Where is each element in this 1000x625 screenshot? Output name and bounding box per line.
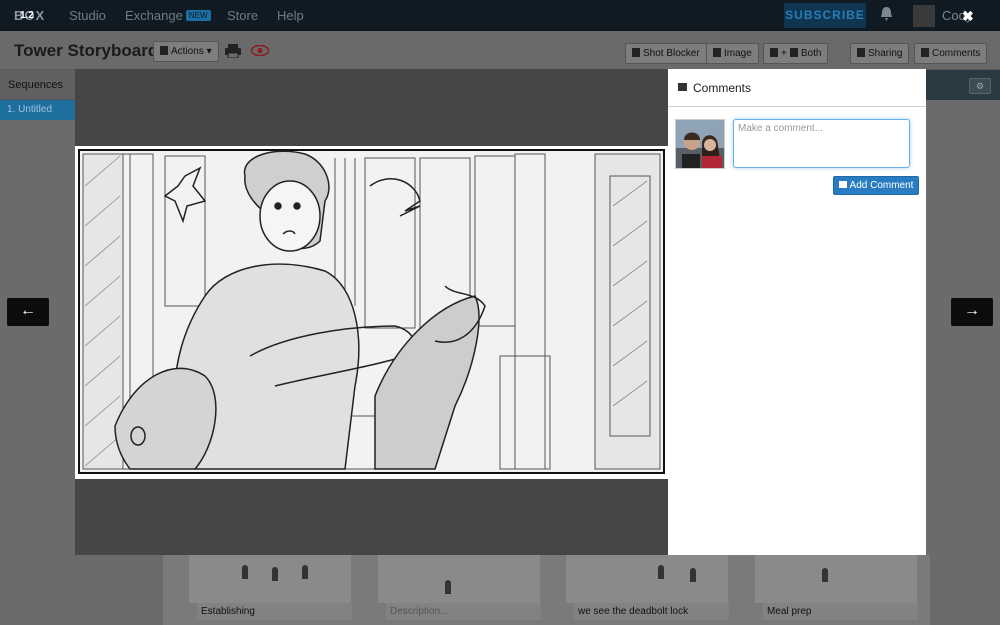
eye-icon[interactable]: [251, 45, 269, 56]
sequence-header-strip: ⚙: [926, 70, 1000, 100]
storyboard-card[interactable]: [378, 555, 540, 603]
top-navigation: BOX Studio Exchange NEW Store Help SUBSCR…: [0, 0, 1000, 31]
comments-button[interactable]: Comments: [914, 43, 988, 64]
comment-icon: [921, 48, 929, 57]
card-description[interactable]: Meal prep: [763, 603, 918, 621]
comments-title: Comments: [693, 81, 752, 95]
image-button[interactable]: Image: [706, 43, 759, 64]
both-plus: +: [781, 48, 787, 59]
sharing-button[interactable]: Sharing: [850, 43, 910, 64]
nav-link-exchange[interactable]: Exchange NEW: [125, 8, 211, 23]
user-icon: [857, 48, 865, 57]
comments-label: Comments: [932, 48, 981, 59]
card-description[interactable]: Establishing: [197, 603, 352, 621]
comment-icon: [838, 181, 847, 188]
both-label: Both: [800, 48, 822, 59]
bell-icon[interactable]: [880, 7, 893, 21]
comment-icon: [678, 83, 687, 91]
new-badge: NEW: [185, 10, 211, 21]
image-label: Image: [724, 48, 752, 59]
figure-icon: [822, 568, 828, 582]
prev-frame-button[interactable]: ←: [7, 298, 49, 326]
storyboard-card[interactable]: [566, 555, 728, 603]
gear-icon[interactable]: ⚙: [969, 78, 991, 94]
sequences-heading: Sequences: [0, 70, 76, 100]
sketch-illustration: [78, 149, 665, 474]
print-icon[interactable]: [225, 44, 241, 58]
comment-input[interactable]: [733, 119, 910, 168]
actions-label: Actions: [171, 46, 204, 57]
subscribe-button[interactable]: SUBSCRIBE: [784, 3, 866, 28]
card-description[interactable]: we see the deadbolt lock: [574, 603, 729, 621]
frame-number: 1.2: [20, 10, 34, 21]
sequences-sidebar: Sequences 1. Untitled: [0, 70, 76, 625]
add-comment-button[interactable]: Add Comment: [833, 176, 919, 195]
image-icon: [770, 48, 778, 57]
nav-link-studio[interactable]: Studio: [69, 8, 106, 23]
figure-icon: [445, 580, 451, 594]
both-button[interactable]: + Both: [763, 43, 829, 64]
title-bar: Tower Storyboard Actions ▾ Shot Blocker …: [0, 31, 1000, 70]
figure-icon: [658, 565, 664, 579]
user-avatar: [675, 119, 725, 169]
next-frame-button[interactable]: →: [951, 298, 993, 326]
actions-button[interactable]: Actions ▾: [153, 41, 219, 62]
card-description[interactable]: Description...: [386, 603, 541, 621]
image-icon: [713, 48, 721, 57]
avatar[interactable]: [913, 5, 935, 27]
figure-icon: [302, 565, 308, 579]
nav-link-store[interactable]: Store: [227, 8, 258, 23]
figure-icon: [690, 568, 696, 582]
figure-icon: [272, 567, 278, 581]
comments-panel: Comments Add Comment: [668, 69, 926, 555]
comments-header: Comments: [668, 69, 926, 107]
shot-blocker-icon: [789, 48, 798, 57]
user-photo-image: [676, 120, 724, 168]
page-title: Tower Storyboard: [14, 41, 159, 60]
shot-blocker-icon: [632, 48, 640, 57]
document-icon: [160, 46, 168, 55]
sidebar-item-untitled[interactable]: 1. Untitled: [0, 100, 76, 120]
figure-icon: [242, 565, 248, 579]
storyboard-card[interactable]: [189, 555, 351, 603]
nav-link-exchange-label: Exchange: [125, 8, 183, 23]
nav-link-help[interactable]: Help: [277, 8, 304, 23]
add-comment-label: Add Comment: [849, 180, 914, 191]
shot-blocker-button[interactable]: Shot Blocker: [625, 43, 707, 64]
close-icon[interactable]: ✖: [962, 8, 974, 25]
storyboard-frame-image: [75, 146, 668, 479]
storyboard-card[interactable]: [755, 555, 917, 603]
sharing-label: Sharing: [868, 48, 903, 59]
shot-blocker-label: Shot Blocker: [643, 48, 700, 59]
